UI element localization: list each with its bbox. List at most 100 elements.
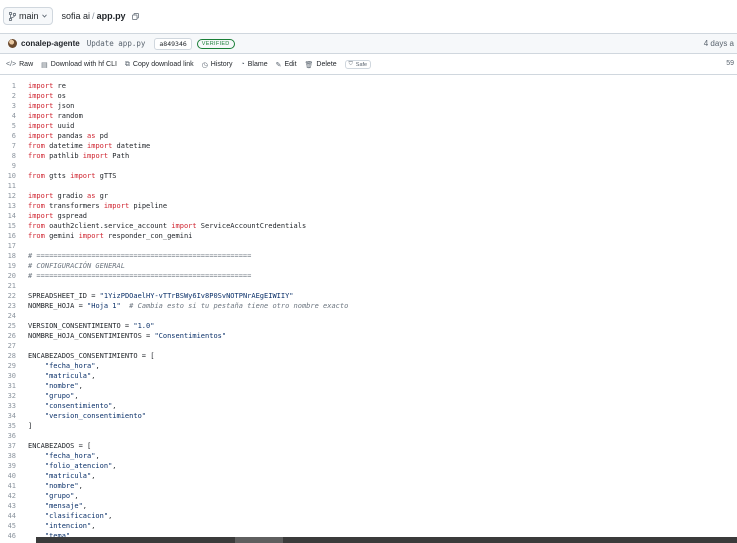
code-token: # Cambia esto si tu pestaña tiene otro n… [129,302,349,310]
line-number[interactable]: 26 [0,331,28,341]
branch-selector[interactable]: main [3,7,53,25]
line-number[interactable]: 20 [0,271,28,281]
line-number[interactable]: 25 [0,321,28,331]
code-token: responder_con_gemini [103,232,193,240]
raw-button[interactable]: </> Raw [6,61,33,68]
code-token: "fecha_hora" [44,362,96,370]
line-number[interactable]: 36 [0,431,28,441]
code-viewer[interactable]: 1 import re 2 import os 3 import json 4 import … [0,81,737,541]
line-number[interactable]: 32 [0,391,28,401]
line-number[interactable]: 19 [0,261,28,271]
code-token: "grupo" [44,492,75,500]
code-token: from [28,232,45,240]
code-line: 30 "matricula", [0,371,737,381]
line-number[interactable]: 44 [0,511,28,521]
line-number[interactable]: 45 [0,521,28,531]
code-token: import [28,212,54,220]
line-number[interactable]: 2 [0,91,28,101]
line-number[interactable]: 4 [0,111,28,121]
line-number[interactable]: 6 [0,131,28,141]
code-token: "consentimiento" [44,402,113,410]
breadcrumb-repo-link[interactable]: sofia ai [62,11,91,21]
code-token: from [28,142,45,150]
line-content: ENCABEZADOS_CONSENTIMIENTO = [ [28,351,154,361]
safe-label: Safe [355,61,368,68]
line-number[interactable]: 9 [0,161,28,171]
line-number[interactable]: 30 [0,371,28,381]
line-number[interactable]: 43 [0,501,28,511]
history-label: History [210,61,233,68]
terminal-icon: ▤ [41,61,48,69]
line-number[interactable]: 38 [0,451,28,461]
code-token: ENCABEZADOS = [ [28,442,92,450]
line-number[interactable]: 7 [0,141,28,151]
line-number[interactable]: 21 [0,281,28,291]
pencil-icon: ✎ [275,61,282,69]
code-line: 27 [0,341,737,351]
line-number[interactable]: 22 [0,291,28,301]
line-number[interactable]: 27 [0,341,28,351]
line-number[interactable]: 13 [0,201,28,211]
code-token: , [82,502,88,510]
code-token: # ======================================… [28,272,252,280]
line-number[interactable]: 10 [0,171,28,181]
line-number[interactable]: 15 [0,221,28,231]
line-number[interactable]: 46 [0,531,28,541]
code-token: "nombre" [44,382,79,390]
line-number[interactable]: 1 [0,81,28,91]
code-icon: </> [6,61,17,68]
line-number[interactable]: 37 [0,441,28,451]
line-number[interactable]: 39 [0,461,28,471]
blame-button[interactable]: ◔ Blame [241,61,268,68]
line-number[interactable]: 34 [0,411,28,421]
line-content: "nombre", [28,381,83,391]
code-line: 44 "clasificacion", [0,511,737,521]
copy-icon[interactable] [131,12,139,20]
line-number[interactable]: 11 [0,181,28,191]
line-content: # CONFIGURACIÓN GENERAL [28,261,125,271]
code-token: "1.0" [133,322,155,330]
avatar[interactable] [8,39,17,48]
line-content: ENCABEZADOS = [ [28,441,91,451]
scrollbar-thumb[interactable] [235,537,283,543]
line-number[interactable]: 24 [0,311,28,321]
line-number[interactable]: 17 [0,241,28,251]
line-number[interactable]: 23 [0,301,28,311]
line-number[interactable]: 5 [0,121,28,131]
commit-sha[interactable]: a849346 [154,37,192,50]
history-button[interactable]: ◷ History [202,61,233,69]
line-number[interactable]: 41 [0,481,28,491]
code-token: import [82,152,109,160]
line-number[interactable]: 3 [0,101,28,111]
code-line: 13 from transformers import pipeline [0,201,737,211]
line-number[interactable]: 8 [0,151,28,161]
line-number[interactable]: 42 [0,491,28,501]
code-line: 24 [0,311,737,321]
commit-author[interactable]: conalep-agente [21,39,80,48]
code-line: 41 "nombre", [0,481,737,491]
line-number[interactable]: 40 [0,471,28,481]
horizontal-scrollbar[interactable] [36,537,737,543]
line-number[interactable]: 28 [0,351,28,361]
line-number[interactable]: 12 [0,191,28,201]
line-number[interactable]: 18 [0,251,28,261]
line-number[interactable]: 14 [0,211,28,221]
line-number[interactable]: 35 [0,421,28,431]
line-content: "fecha_hora", [28,361,100,371]
download-cli-button[interactable]: ▤ Download with hf CLI [41,61,117,69]
code-line: 32 "grupo", [0,391,737,401]
commit-message[interactable]: Update app.py [87,39,146,48]
line-number[interactable]: 16 [0,231,28,241]
delete-button[interactable]: 🗑 Delete [305,61,337,69]
file-header: main sofia ai / app.py [0,0,737,32]
copy-download-link-button[interactable]: ⧉ Copy download link [125,61,194,69]
line-number[interactable]: 33 [0,401,28,411]
code-line: 16 from gemini import responder_con_gemin… [0,231,737,241]
edit-button[interactable]: ✎ Edit [276,61,297,69]
code-line: 19 # CONFIGURACIÓN GENERAL [0,261,737,271]
line-number[interactable]: 29 [0,361,28,371]
line-number[interactable]: 31 [0,381,28,391]
